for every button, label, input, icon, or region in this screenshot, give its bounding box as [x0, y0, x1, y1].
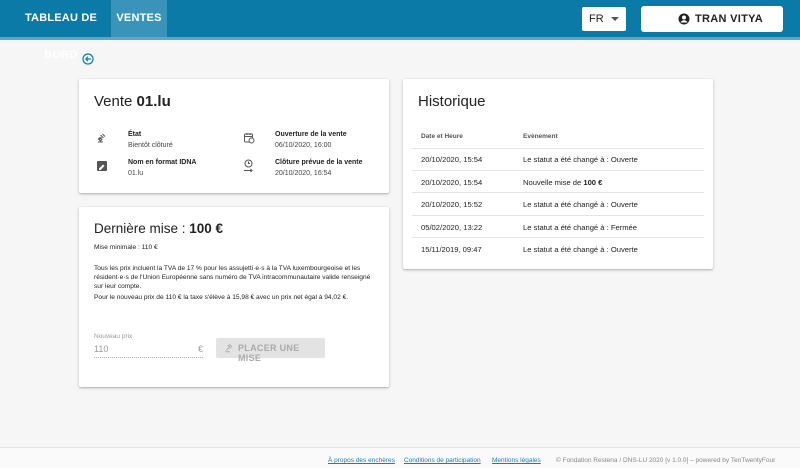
- history-event: Le statut a été changé à : Ouverte: [523, 200, 638, 209]
- nav-tab-sales[interactable]: VENTES: [111, 0, 167, 37]
- history-row: 20/10/2020, 15:54 Nouvelle mise de 100 €: [412, 171, 704, 193]
- user-name: TRAN VITYA: [695, 13, 763, 25]
- language-value: FR: [589, 13, 604, 25]
- history-row: 20/10/2020, 15:54 Le statut a été changé …: [412, 148, 704, 171]
- history-card: Historique Date et Heure Evènement 20/10…: [403, 79, 713, 269]
- app-bar-underline: [0, 37, 800, 40]
- idna-label: Nom en format IDNA: [128, 159, 197, 166]
- calendar-clock-icon: [244, 133, 255, 144]
- new-price-label: Nouveau prix: [94, 333, 133, 340]
- opening-value: 06/10/2020, 16:00: [275, 142, 332, 149]
- history-event-text: Le statut a été changé à : Ouverte: [523, 245, 638, 254]
- closing-label: Clôture prévue de la vente: [275, 159, 363, 166]
- account-circle-icon: [678, 13, 690, 25]
- history-row: 15/11/2019, 09:47 Le statut a été changé …: [412, 238, 704, 261]
- history-row: 05/02/2020, 13:22 Le statut a été changé …: [412, 216, 704, 238]
- opening-label: Ouverture de la vente: [275, 131, 347, 138]
- footer-link-legal[interactable]: Mentions légales: [492, 457, 541, 464]
- history-date: 05/02/2020, 13:22: [421, 222, 483, 232]
- chevron-down-icon: [611, 17, 619, 21]
- state-label: État: [128, 131, 142, 138]
- footer-link-about[interactable]: À propos des enchères: [328, 457, 395, 464]
- history-row: 20/10/2020, 15:52 Le statut a été changé …: [412, 193, 704, 216]
- new-price-value: 110: [94, 344, 109, 354]
- language-select[interactable]: FR: [582, 7, 626, 31]
- closing-value: 20/10/2020, 16:54: [275, 170, 332, 177]
- currency-suffix: €: [197, 344, 203, 354]
- user-account-button[interactable]: TRAN VITYA: [641, 6, 783, 32]
- history-date: 15/11/2019, 09:47: [421, 245, 482, 254]
- last-bid-title: Dernière mise : 100 €: [94, 221, 223, 236]
- timer-end-icon: [244, 159, 253, 173]
- place-bid-button[interactable]: PLACER UNE MISE: [216, 338, 325, 363]
- price-note: Pour le nouveau prix de 110 € la taxe s'…: [94, 294, 349, 301]
- idna-value: 01.lu: [128, 170, 144, 177]
- gavel-icon: [97, 133, 106, 143]
- sale-title: Vente 01.lu: [94, 93, 171, 110]
- sale-info-card: Vente 01.lu État Bientôt clôturé Ouvertu…: [79, 79, 389, 193]
- history-event: Nouvelle mise de 100 €: [523, 178, 602, 187]
- minimal-bid: Mise minimale : 110 €: [94, 244, 158, 251]
- history-event-text: Nouvelle mise de: [523, 177, 584, 187]
- history-date: 20/10/2020, 15:54: [421, 155, 483, 164]
- new-price-input[interactable]: 110 €: [94, 342, 203, 358]
- place-bid-label: PLACER UNE MISE: [238, 343, 300, 363]
- bid-card: Dernière mise : 100 € Mise minimale : 11…: [79, 207, 389, 387]
- vat-note: Tous les prix incluent la TVA de 17 % po…: [94, 265, 371, 290]
- history-event-text: Le statut a été changé à : Ouverte: [523, 200, 638, 209]
- column-header-date: Date et Heure: [421, 133, 463, 140]
- history-event-text: Le statut a été changé à : Fermée: [523, 222, 637, 232]
- footer-link-terms[interactable]: Conditions de participation: [404, 457, 481, 464]
- last-bid-amount: 100 €: [189, 221, 224, 236]
- nav-tab-dashboard[interactable]: TABLEAU DE BORD: [10, 0, 112, 61]
- history-event-amount: 100 €: [583, 177, 603, 187]
- gavel-icon: [225, 343, 233, 353]
- last-bid-label: Dernière mise :: [94, 221, 190, 236]
- image-edit-icon: [97, 161, 107, 171]
- history-date: 20/10/2020, 15:54: [421, 177, 483, 187]
- back-arrow-icon[interactable]: [82, 53, 94, 65]
- history-event: Le statut a été changé à : Fermée: [523, 223, 637, 232]
- history-event: Le statut a été changé à : Ouverte: [523, 245, 638, 254]
- history-event: Le statut a été changé à : Ouverte: [523, 155, 638, 164]
- history-event-text: Le statut a été changé à : Ouverte: [523, 155, 638, 164]
- sale-title-prefix: Vente: [94, 93, 133, 110]
- footer-copyright: © Fondation Restena / DNS-LU 2020 [v 1.0…: [556, 457, 776, 464]
- history-title: Historique: [418, 93, 486, 110]
- history-date: 20/10/2020, 15:52: [421, 200, 483, 209]
- state-value: Bientôt clôturé: [128, 142, 173, 149]
- input-underline: [94, 357, 203, 358]
- sale-domain: 01.lu: [136, 93, 171, 110]
- column-header-event: Evènement: [523, 133, 558, 140]
